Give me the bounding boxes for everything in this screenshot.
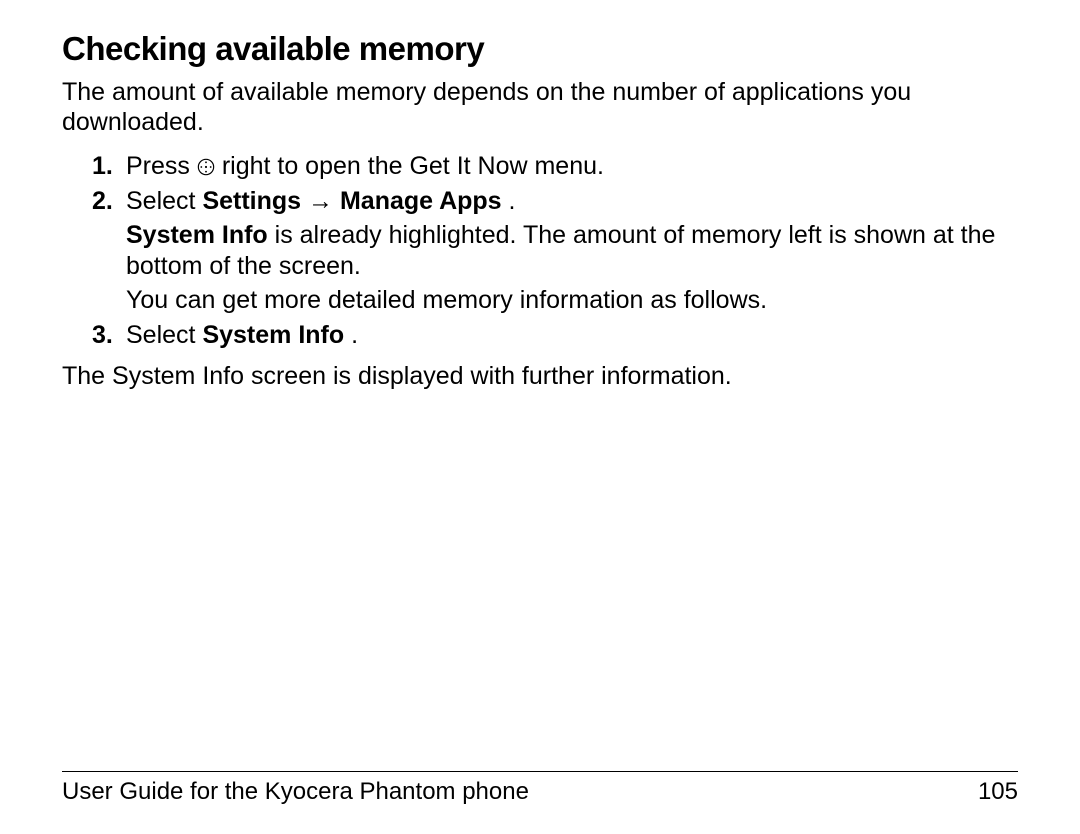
step-text: right to open the Get It Now menu. <box>222 152 604 180</box>
section-heading: Checking available memory <box>62 30 1018 68</box>
menu-path-settings: Settings <box>202 187 301 215</box>
page-footer: User Guide for the Kyocera Phantom phone… <box>62 771 1018 806</box>
steps-list: 1. Press right to open the Get It Now me… <box>92 151 1018 350</box>
step-2-detail-1: System Info is already highlighted. The … <box>126 220 1018 281</box>
menu-path-manage-apps: Manage Apps <box>340 187 502 215</box>
menu-system-info: System Info <box>202 321 344 349</box>
step-3: 3. Select System Info . <box>92 320 1018 351</box>
step-1: 1. Press right to open the Get It Now me… <box>92 151 1018 182</box>
step-2: 2. Select Settings → Manage Apps . Syste… <box>92 186 1018 316</box>
step-text: Press <box>126 152 197 180</box>
footer-rule <box>62 771 1018 772</box>
step-text: Select <box>126 187 202 215</box>
nav-key-icon <box>197 158 215 176</box>
step-text: . <box>351 321 358 349</box>
step-text: Select <box>126 321 202 349</box>
step-text: . <box>509 187 516 215</box>
step-number: 1. <box>92 151 113 182</box>
intro-paragraph: The amount of available memory depends o… <box>62 78 1018 137</box>
page-number: 105 <box>978 778 1018 806</box>
step-2-detail-2: You can get more detailed memory informa… <box>126 285 1018 316</box>
step-number: 2. <box>92 186 113 217</box>
footer-title: User Guide for the Kyocera Phantom phone <box>62 778 529 806</box>
outro-paragraph: The System Info screen is displayed with… <box>62 362 1018 391</box>
arrow-icon: → <box>308 187 333 215</box>
system-info-highlight: System Info <box>126 221 268 249</box>
step-number: 3. <box>92 320 113 351</box>
manual-page: Checking available memory The amount of … <box>0 0 1080 834</box>
